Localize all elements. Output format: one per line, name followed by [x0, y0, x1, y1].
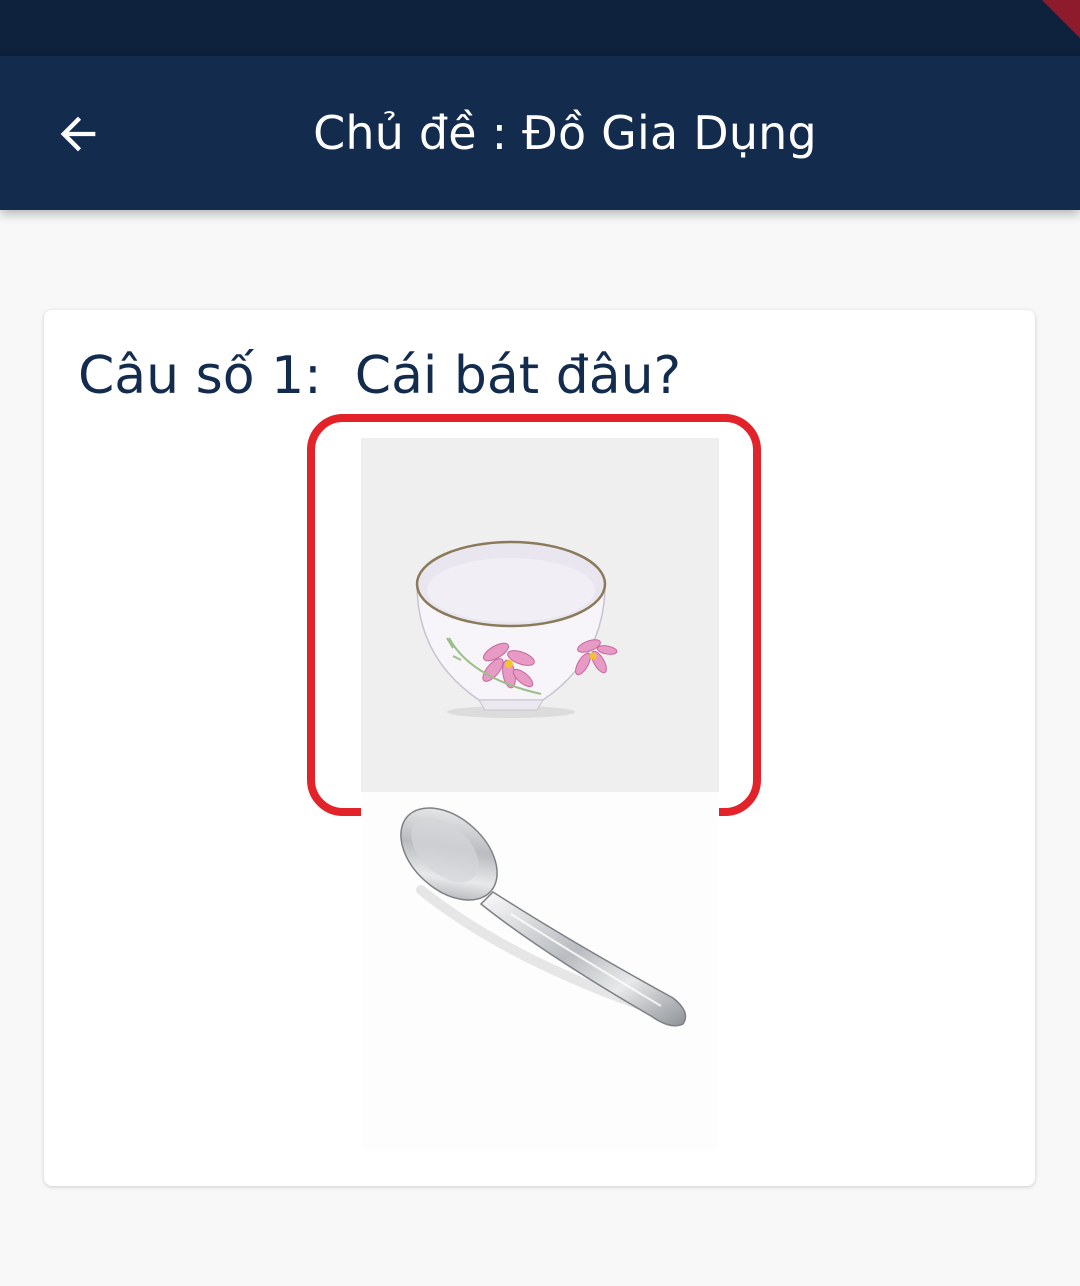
app-bar: Chủ đề : Đồ Gia Dụng — [0, 56, 1080, 210]
page-title: Chủ đề : Đồ Gia Dụng — [313, 106, 817, 160]
question-text: Câu số 1: Cái bát đâu? — [78, 346, 682, 406]
back-button[interactable] — [40, 96, 116, 172]
arrow-left-icon — [60, 116, 96, 152]
answer-option-bowl[interactable] — [307, 414, 761, 816]
status-bar — [0, 0, 1080, 56]
answer-option-spoon[interactable] — [361, 792, 719, 1150]
bowl-image — [415, 540, 618, 718]
spoon-image — [400, 807, 687, 1027]
status-corner-decoration — [1042, 0, 1080, 38]
question-card: Câu số 1: Cái bát đâu? — [44, 310, 1035, 1186]
